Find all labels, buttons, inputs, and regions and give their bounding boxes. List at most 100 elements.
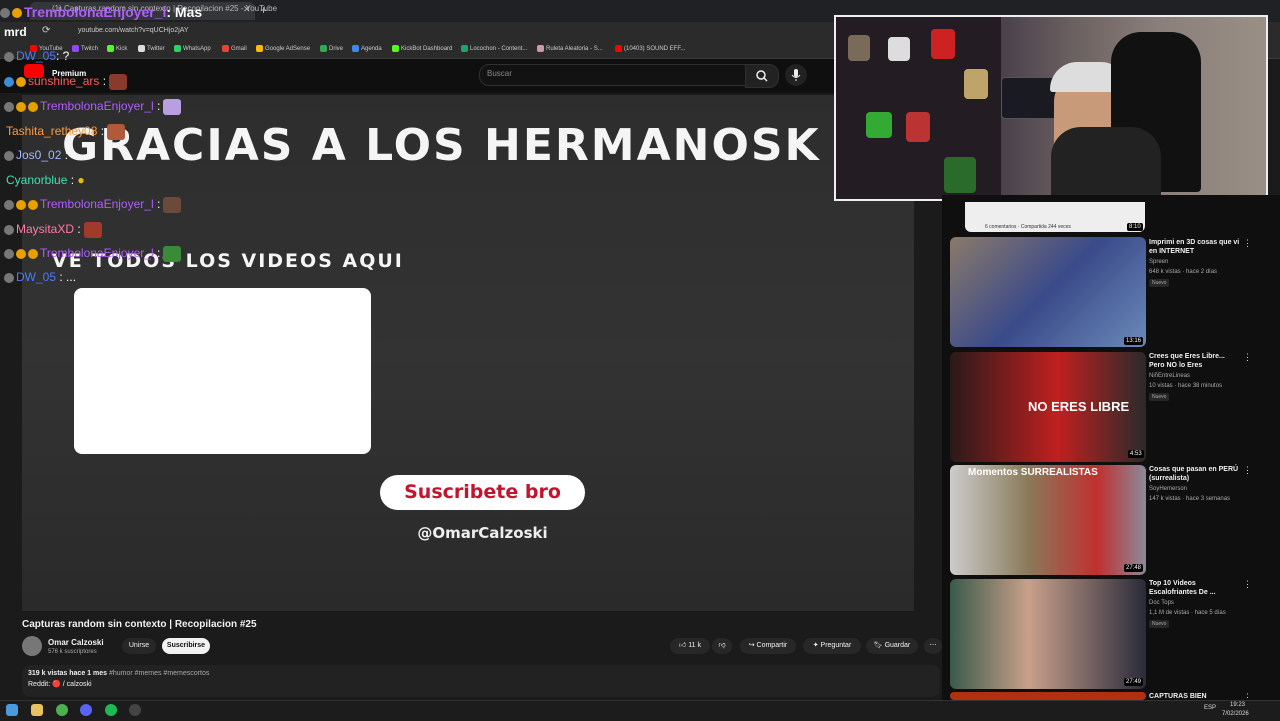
adsense-icon xyxy=(256,45,263,52)
bookmark-item[interactable]: KickBot Dashboard xyxy=(392,45,452,52)
related-channel[interactable]: NiñEntreLineas xyxy=(1149,373,1190,379)
related-title[interactable]: Crees que Eres Libre... Pero NO lo Eres xyxy=(1149,352,1241,370)
hoodie xyxy=(1051,127,1161,199)
chat-header-line: TrembolonaEnjoyer_l: Mas xyxy=(0,4,202,20)
subscribe-button[interactable]: Suscribirse xyxy=(162,638,210,654)
share-icon: ↪ xyxy=(748,642,757,649)
discord-icon[interactable] xyxy=(80,704,92,716)
duration-badge: 27:48 xyxy=(1124,564,1144,572)
figure xyxy=(931,29,955,59)
emote-icon xyxy=(107,124,126,140)
roulette-icon xyxy=(537,45,544,52)
related-channel[interactable]: Spreen xyxy=(1149,259,1168,265)
search-input[interactable] xyxy=(479,64,746,86)
channel-avatar[interactable] xyxy=(22,636,42,656)
video-title: Capturas random sin contexto | Recopilac… xyxy=(22,619,257,630)
thumbnail-text: Momentos SURREALISTAS xyxy=(968,467,1098,478)
more-actions-button[interactable]: ⋯ xyxy=(924,638,942,654)
twitch-icon xyxy=(72,45,79,52)
chat-message: TrembolonaEnjoyer_l : xyxy=(4,246,182,262)
more-options-icon[interactable]: ⋮ xyxy=(1243,352,1252,363)
bookmark-item[interactable]: Twitter xyxy=(138,45,165,52)
related-thumbnail[interactable] xyxy=(950,579,1146,689)
mic-button[interactable] xyxy=(785,64,807,86)
chat-message: TrembolonaEnjoyer_l : xyxy=(4,197,182,213)
duration-badge: 8:10 xyxy=(1127,223,1143,231)
thumbs-down-icon: 👎︎ xyxy=(718,642,726,649)
new-badge: Nuevo xyxy=(1149,620,1170,628)
related-title[interactable]: Top 10 Videos Escalofriantes De ... xyxy=(1149,579,1241,597)
start-icon[interactable] xyxy=(6,704,18,716)
spotify-icon[interactable] xyxy=(105,704,117,716)
save-button[interactable]: 🔖︎ Guardar xyxy=(866,638,918,654)
related-title[interactable]: Imprimi en 3D cosas que vi en INTERNET xyxy=(1149,238,1241,256)
emote-icon xyxy=(163,99,182,115)
file-explorer-icon[interactable] xyxy=(31,704,43,716)
tab-close-icon[interactable]: ✕ xyxy=(243,4,251,15)
related-meta: 147 k vistas · hace 3 semanas xyxy=(1149,496,1231,502)
bookmark-item[interactable]: Kick xyxy=(107,45,127,52)
related-channel[interactable]: SoyHemerson xyxy=(1149,486,1187,492)
search-button[interactable] xyxy=(745,64,779,88)
bookmark-item[interactable]: Twitch xyxy=(72,45,98,52)
more-options-icon[interactable]: ⋮ xyxy=(1243,238,1252,249)
streamer-webcam xyxy=(834,15,1268,201)
bookmark-item[interactable]: Google AdSense xyxy=(256,45,310,52)
figure xyxy=(888,37,910,61)
figure xyxy=(964,69,988,99)
reload-icon[interactable]: ⟳ xyxy=(42,25,50,36)
bookmark-item[interactable]: (10403) SOUND EFF... xyxy=(615,45,685,52)
duration-badge: 13:16 xyxy=(1124,337,1144,345)
chrome-icon[interactable] xyxy=(56,704,68,716)
thumbs-up-icon: 👍︎ xyxy=(679,642,689,649)
gmail-icon xyxy=(222,45,229,52)
ask-button[interactable]: ✦ Preguntar xyxy=(803,638,861,654)
overlay-subscribe-text: Suscribete bro xyxy=(404,481,561,503)
calendar-icon xyxy=(352,45,359,52)
share-button[interactable]: ↪ Compartir xyxy=(740,638,796,654)
description-reddit: Reddit: 🔴 / calzoski xyxy=(28,681,92,688)
emote-icon xyxy=(109,74,128,90)
drive-icon xyxy=(320,45,327,52)
more-options-icon[interactable]: ⋮ xyxy=(1243,465,1252,476)
related-meta: 10 vistas · hace 38 minutos xyxy=(1149,383,1223,389)
related-channel[interactable]: Doc Tops xyxy=(1149,600,1174,606)
like-button[interactable]: 👍︎ 11 k xyxy=(670,638,710,654)
related-thumbnail[interactable] xyxy=(950,692,1146,700)
chat-message: MaysitaXD : xyxy=(4,222,102,238)
new-tab-button[interactable]: + xyxy=(260,3,267,17)
related-stats: 6 comentarios · Compartida 244 veces xyxy=(985,224,1071,230)
thumbnail-text: NO ERES LIBRE xyxy=(1028,399,1130,414)
chat-message: sunshine_ars : xyxy=(4,74,128,90)
twitter-icon xyxy=(138,45,145,52)
bookmark-item[interactable]: Ruleta Aleatoria - S... xyxy=(537,45,603,52)
related-title[interactable]: Cosas que pasan en PERÚ (surrealista) xyxy=(1149,465,1241,483)
related-thumbnail[interactable] xyxy=(950,237,1146,347)
windows-taskbar xyxy=(0,700,1280,721)
related-meta: 1,1 M de vistas · hace 5 días xyxy=(1149,610,1226,616)
sheet-icon xyxy=(461,45,468,52)
mic-icon xyxy=(791,69,801,81)
end-screen-video-card[interactable] xyxy=(74,288,371,454)
bookmark-item[interactable]: Locochon - Content... xyxy=(461,45,527,52)
chat-prefix: mrd xyxy=(4,25,27,39)
bookmark-item[interactable]: WhatsApp xyxy=(174,45,211,52)
figure xyxy=(906,112,930,142)
related-thumbnail[interactable] xyxy=(950,465,1146,575)
figure xyxy=(848,35,870,61)
bookmark-item[interactable]: Gmail xyxy=(222,45,247,52)
obs-icon[interactable] xyxy=(129,704,141,716)
clock-time[interactable]: 19:23 xyxy=(1230,702,1245,708)
bookmark-item[interactable]: Agenda xyxy=(352,45,382,52)
channel-name[interactable]: Omar Calzoski xyxy=(48,638,104,647)
more-options-icon[interactable]: ⋮ xyxy=(1243,579,1252,590)
description-stats: 319 k vistas hace 1 mes #humor #memes #m… xyxy=(28,670,210,677)
url-field[interactable]: youtube.com/watch?v=qUCHjo2jAY xyxy=(78,27,189,34)
clock-date[interactable]: 7/02/2026 xyxy=(1222,711,1249,717)
related-meta: 648 k vistas · hace 2 días xyxy=(1149,269,1218,275)
join-button[interactable]: Unirse xyxy=(122,638,156,654)
language-indicator[interactable]: ESP xyxy=(1204,705,1216,711)
figure xyxy=(866,112,892,138)
dislike-button[interactable]: 👎︎ xyxy=(712,638,732,654)
bookmark-item[interactable]: Drive xyxy=(320,45,343,52)
